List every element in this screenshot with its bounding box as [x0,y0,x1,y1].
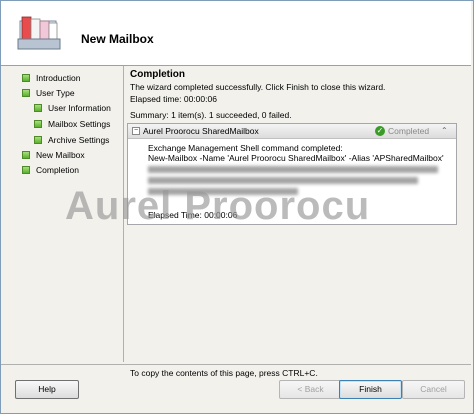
step-label: Archive Settings [48,135,110,145]
wizard-header: New Mailbox [1,1,471,66]
step-status-icon [22,166,30,174]
step-label: Completion [36,165,79,175]
task-result-header[interactable]: − Aurel Proorocu SharedMailbox ✓ Complet… [128,124,456,139]
step-status-icon [34,136,42,144]
chevron-up-icon[interactable]: ⌃ [441,126,448,135]
step-label: New Mailbox [36,150,85,160]
check-icon: ✓ [375,126,385,136]
completion-message: The wizard completed successfully. Click… [130,82,386,92]
step-status-icon [22,74,30,82]
elapsed-time: Elapsed time: 00:00:06 [130,94,217,104]
task-status: Completed [388,126,430,136]
step-status-icon [22,89,30,97]
step-status-icon [34,104,42,112]
watermark-text: Aurel Proorocu [65,184,371,228]
section-title: Completion [130,69,185,80]
step-completion: Completion [22,163,79,177]
cancel-button[interactable]: Cancel [402,380,465,399]
help-button[interactable]: Help [15,380,79,399]
copy-hint: To copy the contents of this page, press… [130,368,318,378]
step-label: User Information [48,103,111,113]
back-button[interactable]: < Back [279,380,342,399]
step-label: Introduction [36,73,81,83]
task-name: Aurel Proorocu SharedMailbox [143,126,259,136]
step-label: User Type [36,88,75,98]
step-archive-settings: Archive Settings [34,133,109,147]
step-user-type: User Type [22,86,75,100]
step-label: Mailbox Settings [48,119,111,129]
step-status-icon [22,151,30,159]
page-title: New Mailbox [81,32,154,46]
summary-text: Summary: 1 item(s). 1 succeeded, 0 faile… [130,110,292,120]
redacted-line [148,177,418,184]
footer-divider [1,364,471,365]
finish-button[interactable]: Finish [339,380,402,399]
step-mailbox-settings: Mailbox Settings [34,117,110,131]
collapse-icon[interactable]: − [132,127,140,135]
step-status-icon [34,120,42,128]
command-heading: Exchange Management Shell command comple… [148,143,343,153]
redacted-line [148,166,438,173]
step-new-mailbox: New Mailbox [22,148,85,162]
step-introduction: Introduction [22,71,80,85]
step-user-information: User Information [34,101,111,115]
mailbox-stack-icon [17,16,61,50]
command-text: New-Mailbox -Name 'Aurel Proorocu Shared… [148,153,444,163]
